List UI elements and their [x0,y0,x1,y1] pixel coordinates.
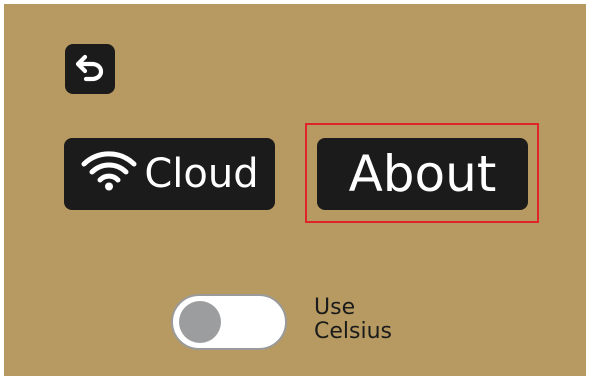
about-button-label: About [348,145,497,203]
toggle-label-line1: Use [314,295,356,320]
cloud-button-label: Cloud [144,151,259,197]
toggle-label-line2: Celsius [314,319,392,344]
back-button[interactable] [65,44,115,94]
use-celsius-label: Use Celsius [314,296,392,344]
wifi-icon [80,147,138,201]
about-button[interactable]: About [317,138,528,210]
cloud-button[interactable]: Cloud [64,138,275,210]
back-arrow-icon [74,51,106,87]
settings-screen: Cloud About Use Celsius [4,4,586,376]
use-celsius-toggle[interactable] [171,294,287,350]
toggle-knob [179,301,221,343]
